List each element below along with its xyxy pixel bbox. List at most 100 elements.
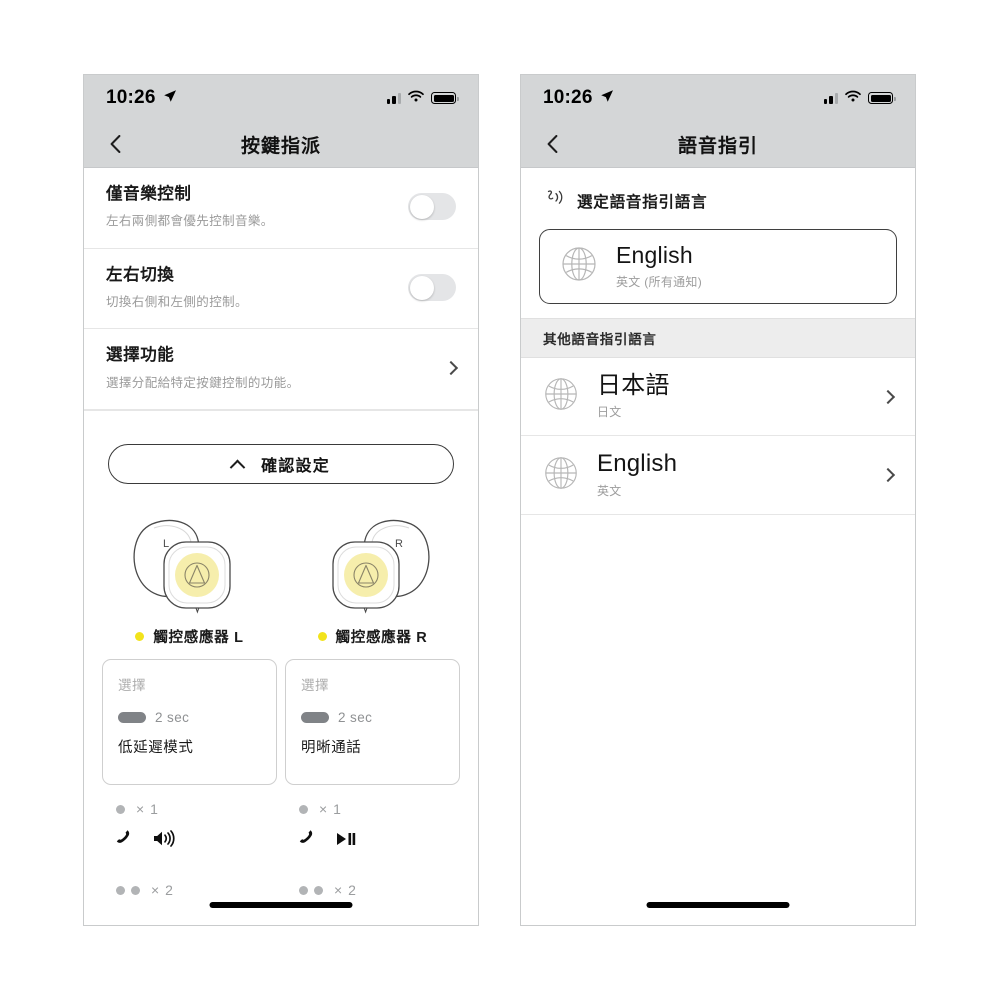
- language-sub: 日文: [597, 405, 622, 420]
- back-button[interactable]: [102, 121, 129, 167]
- touch-sensor-cards: 觸控感應器 L 選擇 2 sec 低延遲模式 觸控感應器 R 選擇 2 sec …: [84, 626, 478, 786]
- sensor-header-right: 觸控感應器 R: [285, 626, 460, 647]
- status-bar-icons: [386, 89, 459, 107]
- voice-guidance-icon: [543, 188, 565, 213]
- earbud-side-label: L: [163, 538, 169, 550]
- setting-row-select-function[interactable]: 選擇功能 選擇分配給特定按鍵控制的功能。: [84, 329, 478, 411]
- confirm-settings-area: 確認設定: [84, 428, 478, 490]
- selected-language-header: 選定語音指引語言: [521, 168, 915, 229]
- sensor-card-right[interactable]: 選擇 2 sec 明晰通話: [285, 659, 460, 786]
- tap-dot: [131, 885, 140, 895]
- sensor-column-left: 觸控感應器 L 選擇 2 sec 低延遲模式: [98, 626, 281, 786]
- setting-subtitle: 選擇分配給特定按鍵控制的功能。: [106, 375, 300, 390]
- back-button[interactable]: [539, 121, 566, 167]
- duration-label: 2 sec: [338, 710, 373, 726]
- selected-language-sub: 英文 (所有通知): [616, 274, 703, 289]
- toggle-music-only[interactable]: [408, 193, 456, 221]
- chevron-left-icon: [110, 135, 121, 153]
- volume-speaker-icon: [154, 830, 175, 847]
- confirm-settings-button[interactable]: 確認設定: [108, 444, 454, 485]
- sensor-card-placeholder: 選擇: [118, 678, 146, 694]
- tap-dot: [116, 804, 125, 814]
- chevron-left-icon: [547, 135, 558, 153]
- tap-dot: [299, 804, 308, 814]
- tap-count-one-left: × 1: [116, 801, 263, 817]
- sensor-indicator-dot: [317, 632, 327, 642]
- phone-left-button-assignment: 10:26 按鍵指派 僅音樂控制 左右兩側都會優先控制音樂。 左右切換 切換右側…: [83, 74, 479, 926]
- tap-icons-right: [299, 829, 446, 848]
- toggle-knob: [409, 275, 434, 300]
- wifi-icon: [845, 89, 861, 107]
- status-bar: 10:26: [521, 75, 915, 121]
- earbud-right: R: [321, 514, 439, 618]
- earbud-left: L: [124, 514, 242, 618]
- sensor-card-left[interactable]: 選擇 2 sec 低延遲模式: [102, 659, 277, 786]
- status-bar-time: 10:26: [543, 87, 593, 108]
- tap-count-two-left: × 2: [116, 882, 263, 898]
- globe-icon: [558, 243, 600, 290]
- tap-dot: [314, 885, 323, 895]
- tap-count-two-right: × 2: [299, 882, 446, 898]
- phone-right-voice-guidance: 10:26 語音指引 選定語音指引語言 English 英文 (所有通知) 其他…: [520, 74, 916, 926]
- setting-subtitle: 切換右側和左側的控制。: [106, 295, 248, 310]
- location-arrow-icon: [163, 89, 177, 108]
- globe-icon: [541, 453, 581, 498]
- chevron-right-icon: [880, 389, 896, 404]
- chevron-right-icon: [443, 361, 459, 376]
- sensor-card-placeholder: 選擇: [301, 678, 329, 694]
- selected-language-name: English: [616, 242, 693, 269]
- tap-column-left: × 1: [98, 801, 281, 848]
- cellular-signal-icon: [823, 92, 838, 104]
- setting-title: 左右切換: [106, 265, 175, 284]
- screenshot-stage: 10:26 按鍵指派 僅音樂控制 左右兩側都會優先控制音樂。 左右切換 切換右側…: [0, 0, 1000, 1000]
- status-bar-time: 10:26: [106, 87, 156, 108]
- location-arrow-icon: [600, 89, 614, 108]
- setting-subtitle: 左右兩側都會優先控制音樂。: [106, 214, 274, 229]
- wifi-icon: [408, 89, 424, 107]
- status-bar-icons: [823, 89, 896, 107]
- language-name: English: [597, 450, 678, 478]
- tap-count-one-right: × 1: [299, 801, 446, 817]
- cellular-signal-icon: [386, 92, 401, 104]
- sensor-card-duration: 2 sec: [118, 710, 261, 725]
- sensor-label: 觸控感應器 R: [335, 630, 428, 647]
- tap-gesture-rows-double: × 2 × 2: [84, 848, 478, 898]
- duration-pill-icon: [301, 712, 329, 724]
- language-sub: 英文: [597, 483, 622, 498]
- sensor-card-value: 低延遲模式: [118, 740, 194, 757]
- selected-language-card-wrap: English 英文 (所有通知): [521, 229, 915, 318]
- selected-language-card[interactable]: English 英文 (所有通知): [539, 229, 897, 304]
- setting-title: 選擇功能: [106, 346, 175, 365]
- confirm-settings-label: 確認設定: [261, 458, 330, 476]
- home-indicator: [209, 902, 353, 908]
- tap-count-label: × 1: [136, 801, 159, 818]
- duration-label: 2 sec: [155, 710, 190, 726]
- language-name: 日本語: [597, 372, 670, 399]
- sensor-header-left: 觸控感應器 L: [102, 626, 277, 647]
- tap-column-right: × 1: [281, 801, 464, 848]
- toggle-knob: [409, 194, 434, 219]
- language-row-english[interactable]: English 英文: [521, 436, 915, 515]
- tap-count-label: × 1: [319, 801, 342, 818]
- tap-column-right-double: × 2: [281, 882, 464, 898]
- screen-content: 僅音樂控制 左右兩側都會優先控制音樂。 左右切換 切換右側和左側的控制。 選擇功…: [84, 168, 478, 925]
- page-title: 按鍵指派: [240, 135, 321, 157]
- home-indicator: [646, 902, 790, 908]
- sensor-column-right: 觸控感應器 R 選擇 2 sec 明晰通話: [281, 626, 464, 786]
- setting-row-swap-lr[interactable]: 左右切換 切換右側和左側的控制。: [84, 249, 478, 330]
- tap-count-label: × 2: [151, 882, 174, 899]
- tap-count-label: × 2: [334, 882, 357, 899]
- sensor-indicator-dot: [135, 632, 145, 642]
- selected-language-label: 選定語音指引語言: [577, 193, 708, 211]
- setting-row-music-only[interactable]: 僅音樂控制 左右兩側都會優先控制音樂。: [84, 168, 478, 249]
- sensor-card-duration: 2 sec: [301, 710, 444, 725]
- battery-icon: [868, 92, 896, 104]
- language-row-japanese[interactable]: 日本語 日文: [521, 358, 915, 437]
- toggle-swap-lr[interactable]: [408, 274, 456, 302]
- play-pause-icon: [337, 832, 356, 845]
- nav-bar: 語音指引: [521, 121, 915, 168]
- page-title: 語音指引: [677, 135, 758, 157]
- tap-gesture-rows: × 1 × 1: [84, 785, 478, 848]
- phone-handset-icon: [299, 830, 313, 843]
- tap-dot: [299, 885, 308, 895]
